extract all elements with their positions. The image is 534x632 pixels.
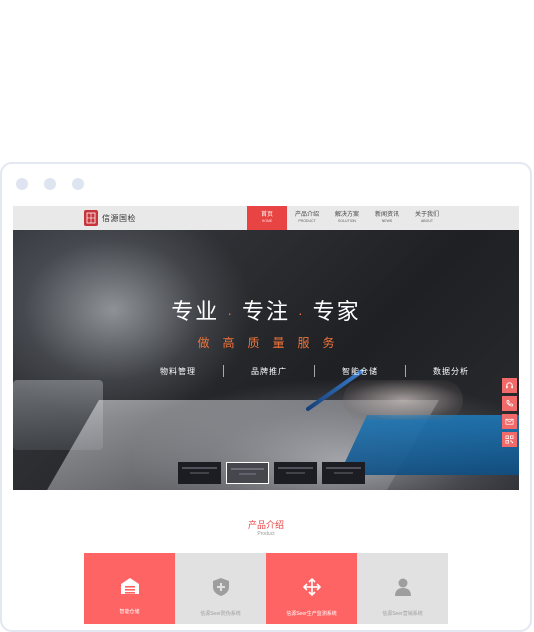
headset-icon[interactable] [502, 378, 517, 393]
section-title: 产品介绍 [247, 520, 284, 530]
slogan-separator: · [227, 305, 234, 322]
nav-sublabel: HOME [261, 219, 273, 223]
slide-thumbnail[interactable] [178, 462, 221, 484]
move-arrows-icon [302, 577, 322, 602]
nav-sublabel: NEWS [381, 219, 393, 223]
slogan-word: 专业 [171, 299, 220, 324]
slogan-word: 专家 [312, 299, 361, 324]
logo-text: 信源国检 [102, 213, 136, 223]
nav-sublabel: PRODUCT [298, 219, 316, 223]
nav-sublabel: SOLUTION [338, 219, 356, 223]
product-tile[interactable]: 信源Seer生产监测系统 [266, 553, 357, 624]
warehouse-icon [120, 577, 140, 600]
tile-label: 信源Seer营销系统 [382, 611, 423, 617]
hero-background [343, 380, 463, 420]
shield-plus-icon [212, 577, 230, 602]
slide-thumbnail[interactable] [274, 462, 317, 484]
seal-logo-icon [84, 210, 98, 226]
window-dot[interactable] [16, 178, 28, 190]
nav-news[interactable]: 新闻资讯 NEWS [367, 206, 407, 230]
nav-label: 首页 [260, 212, 273, 218]
product-tile[interactable]: 信源Seer防伪系统 [175, 553, 266, 624]
section-subtitle: Product [257, 531, 275, 537]
nav-about[interactable]: 关于我们 ABOUT [407, 206, 447, 230]
feature-item[interactable]: 智能仓储 [315, 366, 405, 377]
hero-slogan: 专业 · 专注 · 专家 [13, 294, 519, 326]
product-tile[interactable]: 信源Seer营销系统 [357, 553, 448, 624]
tile-label: 信源Seer生产监测系统 [286, 611, 337, 617]
window-dot[interactable] [44, 178, 56, 190]
side-toolbar [502, 378, 517, 447]
slogan-word: 专注 [241, 299, 290, 324]
hero-subtitle: 做高质量服务 [197, 336, 348, 350]
website: 信源国检 首页 HOME 产品介绍 PRODUCT 解决方案 SOLUTION … [13, 206, 519, 624]
tile-label: 智能仓储 [119, 609, 140, 615]
slide-thumbnail[interactable] [322, 462, 365, 484]
product-tile[interactable]: 智能仓储 [84, 553, 175, 624]
user-icon [394, 577, 412, 602]
nav-label: 解决方案 [334, 212, 359, 218]
slide-thumbnails [178, 462, 365, 484]
nav-label: 新闻资讯 [374, 212, 399, 218]
logo[interactable]: 信源国检 [84, 210, 136, 226]
main-menu: 首页 HOME 产品介绍 PRODUCT 解决方案 SOLUTION 新闻资讯 … [247, 206, 447, 230]
feature-item[interactable]: 物料管理 [133, 366, 223, 377]
phone-icon[interactable] [502, 396, 517, 411]
window-dot[interactable] [72, 178, 84, 190]
nav-product[interactable]: 产品介绍 PRODUCT [287, 206, 327, 230]
top-nav: 信源国检 首页 HOME 产品介绍 PRODUCT 解决方案 SOLUTION … [13, 206, 519, 230]
hero-features: 物料管理 品牌推广 智能仓储 数据分析 [133, 365, 496, 377]
hero-background [339, 415, 519, 475]
window-controls [16, 178, 84, 190]
feature-item[interactable]: 品牌推广 [224, 366, 314, 377]
nav-label: 产品介绍 [294, 212, 319, 218]
nav-label: 关于我们 [414, 212, 439, 218]
product-tiles: 智能仓储 信源Seer防伪系统 信源Seer生产监测系统 信源Seer营销系统 [84, 553, 448, 624]
tile-label: 信源Seer防伪系统 [200, 611, 241, 617]
nav-sublabel: ABOUT [420, 219, 434, 223]
slide-thumbnail-active[interactable] [226, 462, 269, 484]
slogan-separator: · [298, 305, 305, 322]
qrcode-icon[interactable] [502, 432, 517, 447]
mail-icon[interactable] [502, 414, 517, 429]
nav-home[interactable]: 首页 HOME [247, 206, 287, 230]
feature-item[interactable]: 数据分析 [406, 366, 496, 377]
nav-solution[interactable]: 解决方案 SOLUTION [327, 206, 367, 230]
hero-banner: 专业 · 专注 · 专家 做高质量服务 物料管理 品牌推广 智能仓储 数据分析 [13, 230, 519, 490]
